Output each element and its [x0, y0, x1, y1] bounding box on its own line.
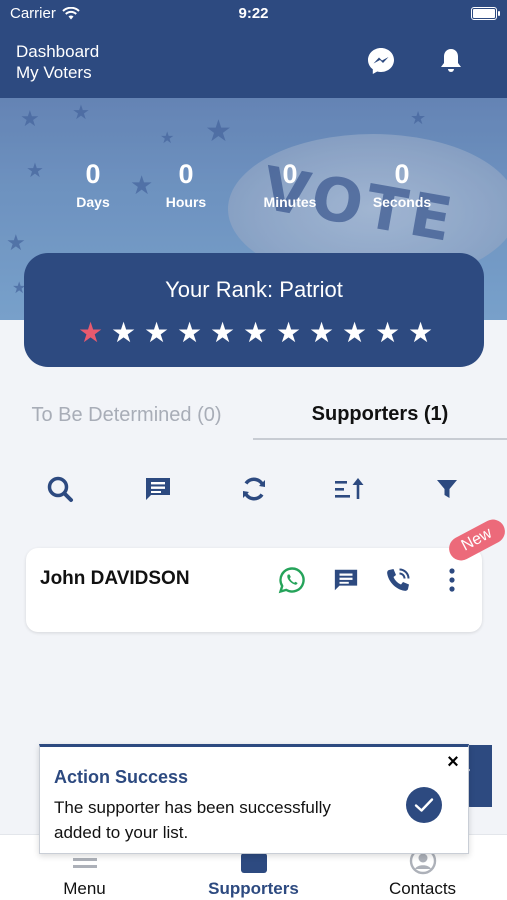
countdown-minutes-value: 0	[282, 159, 298, 189]
more-options-icon[interactable]	[438, 566, 466, 594]
segment-tabs: To Be Determined (0) Supporters (1)	[0, 390, 507, 442]
list-toolbar	[0, 468, 507, 510]
header-bar: Dashboard My Voters	[0, 28, 507, 98]
rank-star-icon: ★	[374, 317, 401, 348]
refresh-icon[interactable]	[237, 472, 271, 506]
toast-title: Action Success	[54, 767, 189, 787]
notes-icon[interactable]	[141, 472, 175, 506]
action-success-toast: Action Success The supporter has been su…	[39, 744, 469, 854]
countdown-days-value: 0	[85, 159, 101, 189]
whatsapp-icon[interactable]	[278, 566, 306, 594]
tab-supporters[interactable]: Supporters (1)	[253, 390, 507, 440]
countdown-hours-label: Hours	[165, 194, 207, 210]
sort-icon[interactable]	[332, 472, 366, 506]
phone-call-icon[interactable]	[384, 566, 412, 594]
supporter-card[interactable]: John DAVIDSON	[26, 548, 482, 632]
countdown-seconds-label: Seconds	[372, 194, 432, 210]
countdown-hours-value: 0	[178, 159, 194, 189]
countdown-seconds-value: 0	[394, 159, 410, 189]
rank-card: Your Rank: Patriot ★ ★ ★ ★ ★ ★ ★ ★ ★ ★ ★	[24, 253, 484, 367]
toast-message: The supporter has been successfully adde…	[54, 798, 331, 842]
rank-stars: ★ ★ ★ ★ ★ ★ ★ ★ ★ ★ ★	[76, 319, 435, 347]
supporter-name: John DAVIDSON	[40, 568, 190, 589]
countdown-days-label: Days	[76, 194, 110, 210]
tabbar-label-supporters: Supporters	[208, 879, 299, 898]
countdown-timer: 0 Days 0 Hours 0 Minutes 0 Seconds	[0, 158, 507, 218]
messenger-icon[interactable]	[366, 46, 396, 76]
rank-star-filled-icon: ★	[77, 317, 104, 348]
battery-icon	[471, 7, 500, 20]
rank-star-icon: ★	[143, 317, 170, 348]
rank-star-icon: ★	[110, 317, 137, 348]
status-bar: Carrier 9:22	[0, 0, 507, 28]
countdown-minutes: 0 Minutes	[245, 158, 335, 210]
rank-star-icon: ★	[341, 317, 368, 348]
checkmark-icon	[406, 787, 442, 823]
countdown-seconds: 0 Seconds	[357, 158, 447, 210]
rank-star-icon: ★	[242, 317, 269, 348]
countdown-minutes-label: Minutes	[263, 194, 317, 210]
rank-star-icon: ★	[308, 317, 335, 348]
search-icon[interactable]	[43, 472, 77, 506]
header-title: Dashboard	[16, 42, 100, 61]
tabbar-label-menu: Menu	[63, 879, 106, 898]
status-time: 9:22	[238, 5, 269, 22]
tabbar-label-contacts: Contacts	[388, 879, 457, 898]
countdown-hours: 0 Hours	[141, 158, 231, 210]
notes-icon[interactable]	[332, 566, 360, 594]
rank-star-icon: ★	[176, 317, 203, 348]
rank-title: Your Rank: Patriot	[165, 277, 343, 302]
rank-star-icon: ★	[407, 317, 434, 348]
tab-to-be-determined[interactable]: To Be Determined (0)	[0, 390, 253, 440]
filter-icon[interactable]	[430, 472, 464, 506]
notification-bell-icon[interactable]	[436, 46, 466, 76]
countdown-days: 0 Days	[48, 158, 138, 210]
header-subtitle: My Voters	[16, 63, 92, 82]
rank-star-icon: ★	[275, 317, 302, 348]
rank-star-icon: ★	[209, 317, 236, 348]
close-icon[interactable]: ×	[442, 751, 464, 773]
